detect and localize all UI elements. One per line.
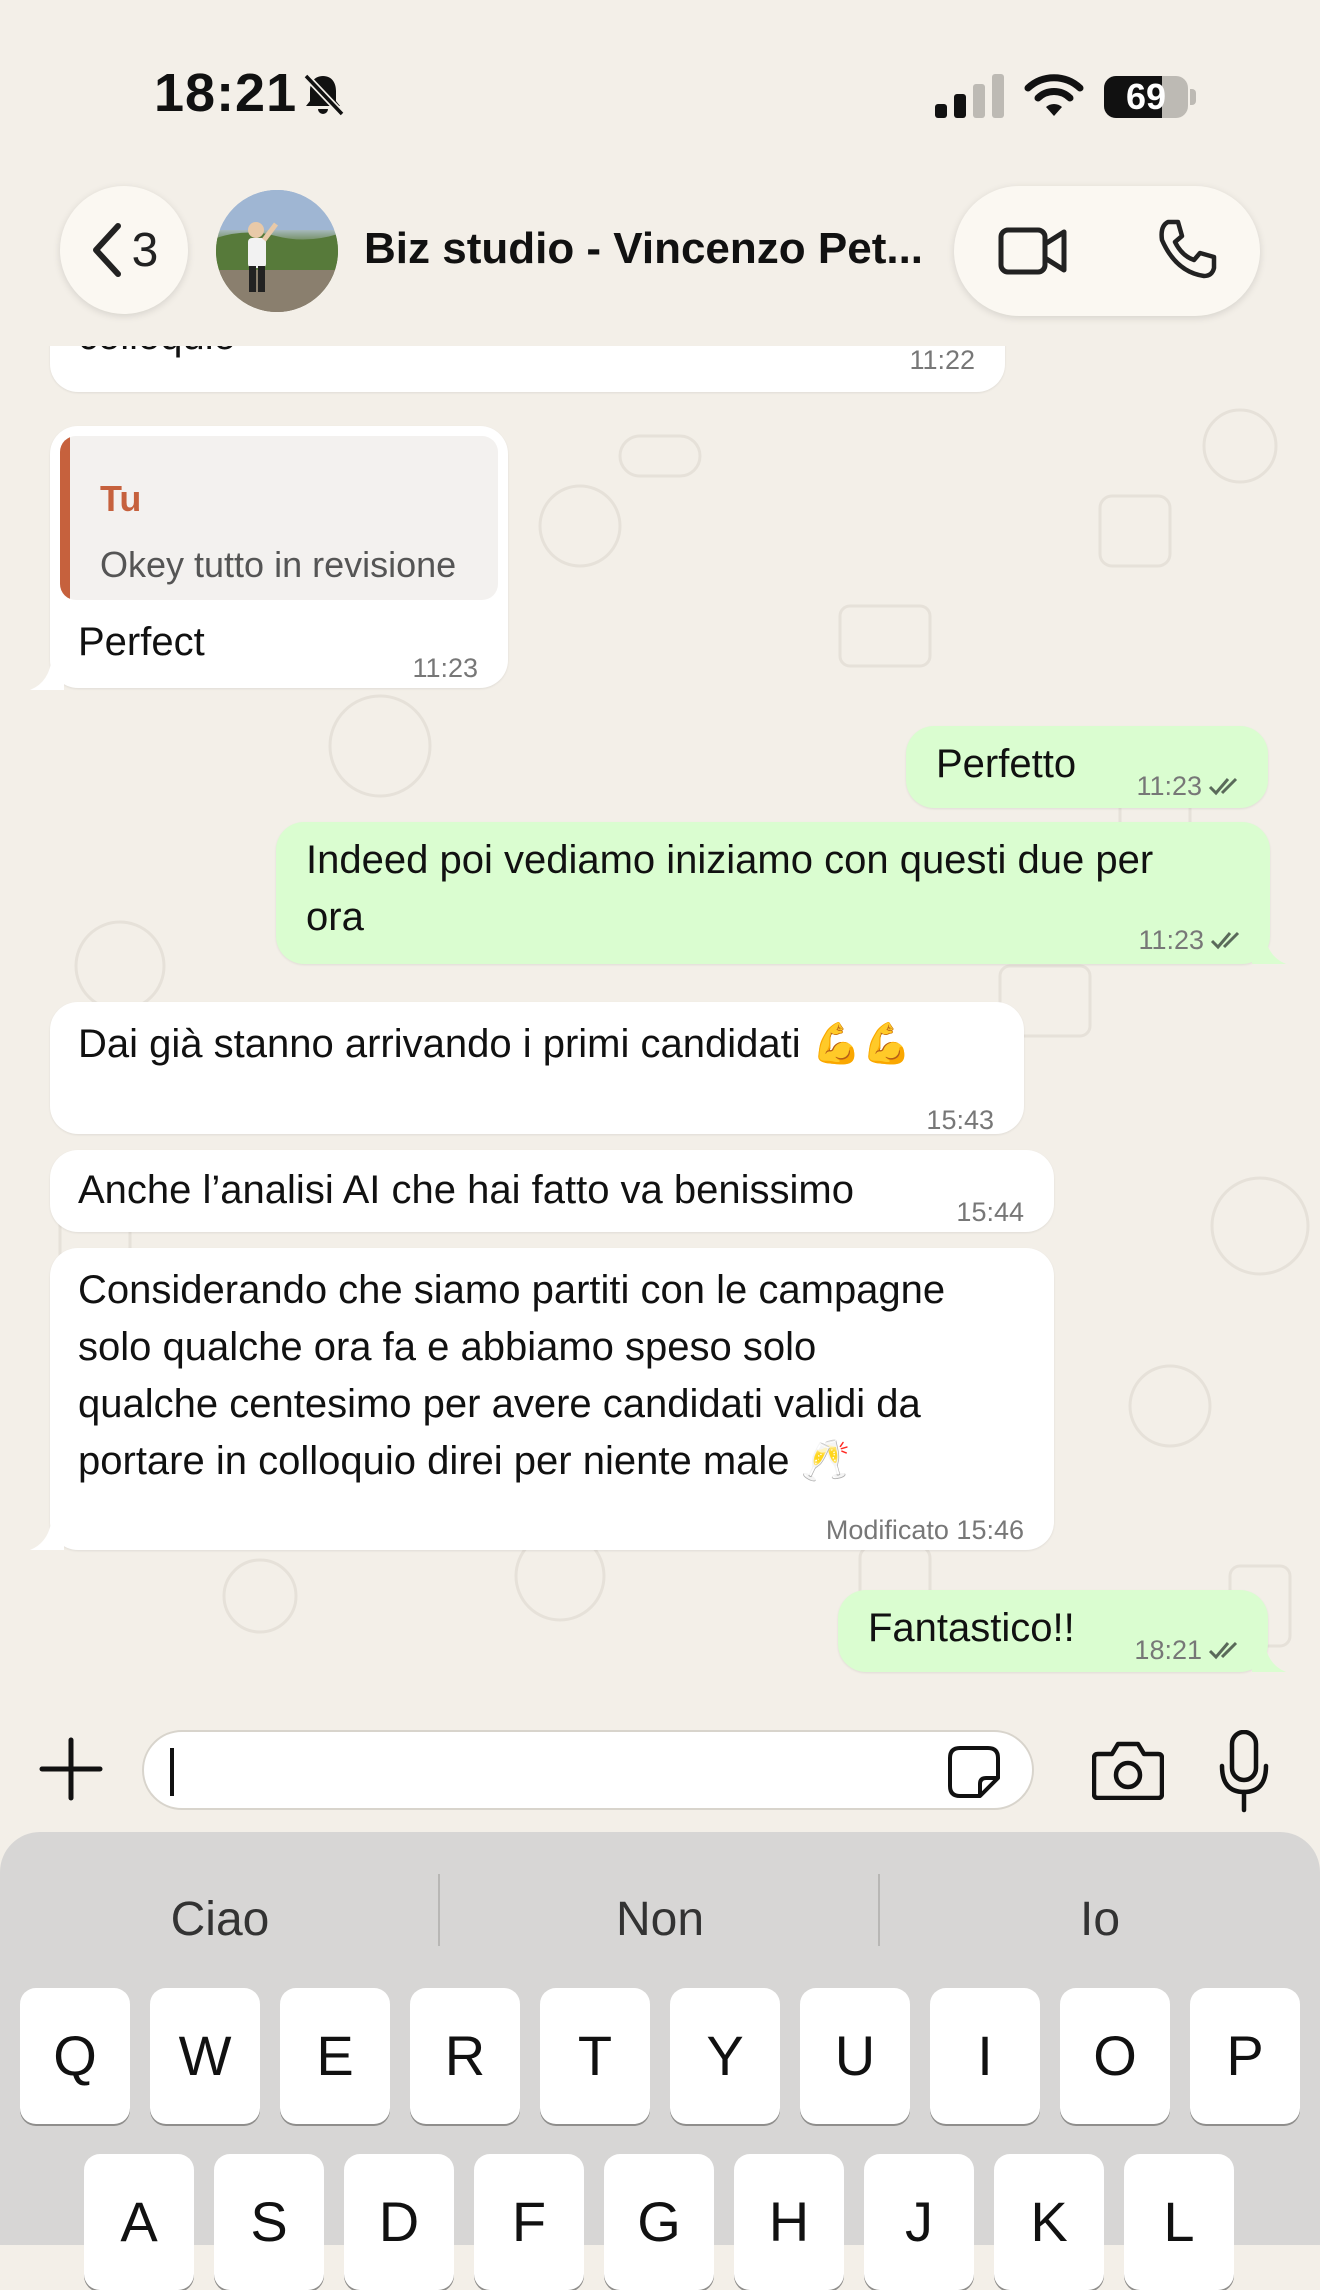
message-outgoing[interactable]: Indeed poi vediamo iniziamo con questi d… (276, 822, 1270, 964)
suggestion-2[interactable]: Non (440, 1892, 880, 1947)
key-r[interactable]: R (410, 1988, 520, 2124)
battery-icon: 69 (1104, 76, 1196, 118)
status-time: 18:21 (154, 63, 298, 123)
message-text: Considerando che siamo partiti con le ca… (78, 1268, 946, 1483)
message-outgoing[interactable]: Fantastico!! 18:21 (838, 1590, 1268, 1672)
bubble-tail (1252, 1638, 1286, 1672)
message-text-content: Dai già stanno arrivando i primi candida… (78, 1022, 912, 1066)
key-d[interactable]: D (344, 2154, 454, 2290)
message-incoming-reply[interactable]: Tu Okey tutto in revisione Perfect 11:23 (50, 426, 508, 688)
message-time: 15:43 (926, 1105, 994, 1135)
message-text: Fantastico!! (868, 1606, 1075, 1650)
phone-call-icon[interactable] (1154, 216, 1218, 280)
key-s[interactable]: S (214, 2154, 324, 2290)
bubble-tail (1252, 930, 1286, 964)
read-ticks-icon (1208, 1641, 1238, 1660)
key-p[interactable]: P (1190, 1988, 1300, 2124)
key-e[interactable]: E (280, 1988, 390, 2124)
unread-count: 3 (131, 223, 159, 277)
call-buttons (954, 186, 1260, 316)
key-q[interactable]: Q (20, 1988, 130, 2124)
message-incoming[interactable]: Considerando che siamo partiti con le ca… (50, 1248, 1054, 1550)
text-caret (170, 1748, 174, 1796)
key-w[interactable]: W (150, 1988, 260, 2124)
key-g[interactable]: G (604, 2154, 714, 2290)
back-chevron-icon (92, 223, 121, 277)
key-a[interactable]: A (84, 2154, 194, 2290)
message-time-label: 18:21 (1134, 1635, 1202, 1665)
message-list[interactable]: colloquio 11:22 Tu Okey tutto in revisio… (0, 346, 1320, 1698)
key-i[interactable]: I (930, 1988, 1040, 2124)
key-h[interactable]: H (734, 2154, 844, 2290)
quote-author: Tu (100, 478, 142, 519)
bubble-tail (30, 1516, 64, 1550)
bell-muted-icon (303, 73, 345, 117)
message-time: Modificato 15:46 (825, 1515, 1024, 1545)
key-o[interactable]: O (1060, 1988, 1170, 2124)
sticker-icon[interactable] (946, 1744, 1002, 1800)
avatar[interactable] (216, 190, 338, 312)
key-y[interactable]: Y (670, 1988, 780, 2124)
quoted-message[interactable]: Tu Okey tutto in revisione (60, 436, 498, 600)
suggestion-1[interactable]: Ciao (0, 1892, 440, 1947)
camera-icon[interactable] (1092, 1740, 1164, 1800)
key-f[interactable]: F (474, 2154, 584, 2290)
suggestion-3[interactable]: Io (880, 1892, 1320, 1947)
message-time: 11:23 (1136, 758, 1244, 815)
message-incoming[interactable]: colloquio 11:22 (50, 346, 1005, 392)
key-u[interactable]: U (800, 1988, 910, 2124)
message-text: colloquio (78, 346, 236, 365)
key-k[interactable]: K (994, 2154, 1104, 2290)
battery-level: 69 (1125, 76, 1167, 117)
quote-text: Okey tutto in revisione (100, 544, 457, 585)
bubble-tail (30, 656, 64, 690)
message-text: Dai già stanno arrivando i primi candida… (78, 1016, 911, 1073)
back-button[interactable]: 3 (60, 186, 188, 314)
message-outgoing[interactable]: Perfetto 11:23 (906, 726, 1268, 808)
key-t[interactable]: T (540, 1988, 650, 2124)
message-text: Anche l’analisi AI che hai fatto va beni… (78, 1168, 854, 1212)
key-j[interactable]: J (864, 2154, 974, 2290)
keyboard: Ciao Non Io Q W E R T Y U I O P A S D F … (0, 1832, 1320, 2290)
read-ticks-icon (1210, 931, 1240, 950)
message-text: Perfect (78, 620, 205, 664)
message-text: Perfetto (936, 742, 1077, 786)
message-time: 18:21 (1134, 1622, 1244, 1679)
microphone-icon[interactable] (1216, 1730, 1272, 1814)
avatar-photo (216, 190, 338, 312)
message-time: 15:44 (956, 1197, 1024, 1227)
message-text: Indeed poi vediamo iniziamo con questi d… (306, 838, 1154, 939)
message-time: 11:23 (1138, 912, 1246, 969)
message-input[interactable] (142, 1730, 1034, 1810)
signal-icon (935, 74, 1004, 118)
message-time: 11:23 (412, 653, 478, 683)
message-time: 11:22 (909, 346, 975, 375)
chat-title[interactable]: Biz studio - Vincenzo Pet... (364, 224, 924, 274)
video-call-icon[interactable] (998, 220, 1068, 282)
message-time-label: 11:23 (1136, 771, 1202, 801)
plus-icon[interactable] (38, 1736, 104, 1802)
wifi-icon (1024, 74, 1084, 116)
message-incoming[interactable]: Anche l’analisi AI che hai fatto va beni… (50, 1150, 1054, 1232)
message-incoming[interactable]: Dai già stanno arrivando i primi candida… (50, 1002, 1024, 1135)
key-l[interactable]: L (1124, 2154, 1234, 2290)
read-ticks-icon (1208, 777, 1238, 796)
message-time-label: 11:23 (1138, 925, 1204, 955)
